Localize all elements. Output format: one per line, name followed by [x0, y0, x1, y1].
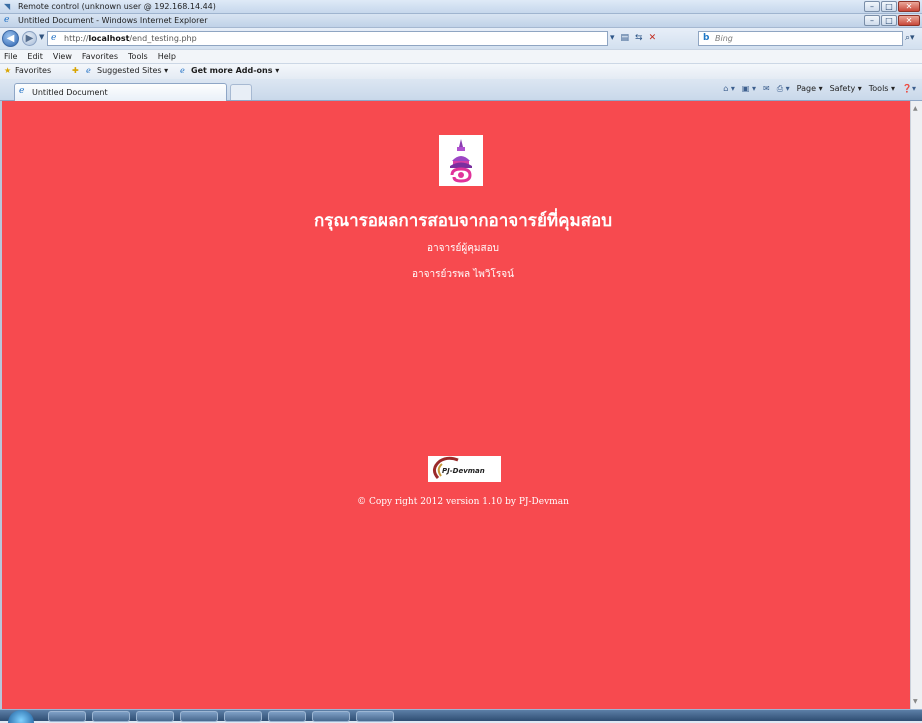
menu-edit[interactable]: Edit: [27, 50, 43, 63]
command-bar: ⌂ ▾ ▣ ▾ ✉ ⎙ ▾ Page ▾ Safety ▾ Tools ▾ ❓▾: [723, 84, 916, 94]
ie-close-button[interactable]: ✕: [898, 15, 920, 26]
remote-control-title: Remote control (unknown user @ 192.168.1…: [18, 2, 216, 11]
safety-menu-button[interactable]: Safety ▾: [830, 84, 862, 94]
page-menu-button[interactable]: Page ▾: [797, 84, 823, 94]
tools-menu-button[interactable]: Tools ▾: [869, 84, 895, 94]
taskbar-explorer-button[interactable]: [48, 711, 86, 722]
svg-text:PJ-Devman: PJ-Devman: [442, 467, 485, 475]
tab-row: ℯ Untitled Document ⌂ ▾ ▣ ▾ ✉ ⎙ ▾ Page ▾…: [0, 79, 922, 101]
taskbar-skype-button[interactable]: [268, 711, 306, 722]
favorites-star-icon: ★: [4, 66, 12, 75]
page-title: กรุณารอผลการสอบจากอาจารย์ที่คุมสอบ: [313, 211, 613, 231]
proctor-heading: อาจารย์ผู้คุมสอบ: [427, 243, 499, 254]
back-button[interactable]: ◀: [2, 30, 19, 47]
proctor-name: อาจารย์วรพล ไพวิโรจน์: [412, 269, 514, 280]
outer-minimize-button[interactable]: –: [864, 1, 880, 12]
menu-tools[interactable]: Tools: [128, 50, 148, 63]
taskbar-media-button[interactable]: [180, 711, 218, 722]
new-tab-button[interactable]: [230, 84, 252, 100]
get-addons-link[interactable]: Get more Add-ons ▾: [191, 66, 279, 75]
ie-minimize-button[interactable]: –: [864, 15, 880, 26]
address-url[interactable]: http://localhost/end_testing.php: [64, 34, 197, 43]
ie-logo-icon: ℯ: [4, 15, 10, 25]
taskbar-app-button[interactable]: [92, 711, 130, 722]
print-icon[interactable]: ⎙ ▾: [777, 84, 790, 94]
home-icon[interactable]: ⌂ ▾: [723, 84, 735, 94]
favorites-button[interactable]: Favorites: [15, 66, 51, 75]
menu-file[interactable]: File: [4, 50, 17, 63]
favorites-bar: ★ Favorites ✚ ℯ Suggested Sites ▾ ℯ Get …: [0, 63, 922, 79]
taskbar-tool-button[interactable]: [356, 711, 394, 722]
taskbar-remote-button[interactable]: [224, 711, 262, 722]
ie-maximize-button[interactable]: □: [881, 15, 897, 26]
ie-window-title: Untitled Document - Windows Internet Exp…: [18, 16, 208, 25]
taskbar-word-button[interactable]: [312, 711, 350, 722]
menu-favorites[interactable]: Favorites: [82, 50, 118, 63]
menu-bar: File Edit View Favorites Tools Help: [0, 49, 922, 63]
university-emblem-logo: [439, 135, 483, 186]
suggested-sites-icon: ℯ: [86, 66, 91, 75]
suggested-sites-link[interactable]: Suggested Sites ▾: [97, 66, 168, 75]
taskbar: [0, 709, 922, 723]
compatibility-view-icon[interactable]: ▤: [621, 33, 630, 43]
address-bar[interactable]: ℯ http://localhost/end_testing.php: [47, 31, 608, 46]
mail-icon[interactable]: ✉: [763, 84, 770, 94]
search-input[interactable]: b Bing: [698, 31, 903, 46]
copyright-text: © Copy right 2012 version 1.10 by PJ-Dev…: [357, 497, 569, 507]
vertical-scrollbar[interactable]: ▲ ▼: [910, 101, 922, 709]
scroll-up-icon[interactable]: ▲: [913, 105, 918, 112]
remote-control-titlebar: ◥ Remote control (unknown user @ 192.168…: [0, 0, 922, 14]
search-placeholder: Bing: [715, 34, 733, 43]
help-icon[interactable]: ❓▾: [902, 84, 916, 94]
start-button[interactable]: [8, 710, 34, 723]
search-icon[interactable]: ⌕▾: [905, 33, 915, 43]
menu-help[interactable]: Help: [158, 50, 176, 63]
scroll-down-icon[interactable]: ▼: [913, 698, 918, 705]
remote-control-icon: ◥: [4, 2, 11, 11]
outer-maximize-button[interactable]: □: [881, 1, 897, 12]
page-content: กรุณารอผลการสอบจากอาจารย์ที่คุมสอบ อาจาร…: [0, 101, 910, 709]
addons-icon: ℯ: [180, 66, 185, 75]
menu-view[interactable]: View: [53, 50, 72, 63]
tab-page-icon: ℯ: [19, 86, 25, 96]
page-icon: ℯ: [51, 33, 57, 43]
tab-untitled-document[interactable]: ℯ Untitled Document: [14, 83, 227, 101]
ie-titlebar: ℯ Untitled Document - Windows Internet E…: [0, 14, 922, 28]
forward-button[interactable]: ▶: [22, 31, 37, 46]
add-favorite-icon[interactable]: ✚: [72, 66, 79, 75]
stop-icon[interactable]: ✕: [649, 33, 657, 43]
navigation-bar: ◀ ▶ ▼ ℯ http://localhost/end_testing.php…: [0, 28, 922, 49]
taskbar-ie-button[interactable]: [136, 711, 174, 722]
outer-close-button[interactable]: ✕: [898, 1, 920, 12]
address-dropdown-icon[interactable]: ▾: [610, 33, 615, 43]
pj-devman-logo: PJ-Devman: [428, 456, 501, 482]
feeds-icon[interactable]: ▣ ▾: [742, 84, 756, 94]
refresh-icon[interactable]: ⇆: [635, 33, 643, 43]
recent-pages-dropdown-icon[interactable]: ▼: [39, 33, 44, 41]
tab-label: Untitled Document: [32, 88, 108, 97]
bing-logo-icon: b: [703, 33, 710, 43]
